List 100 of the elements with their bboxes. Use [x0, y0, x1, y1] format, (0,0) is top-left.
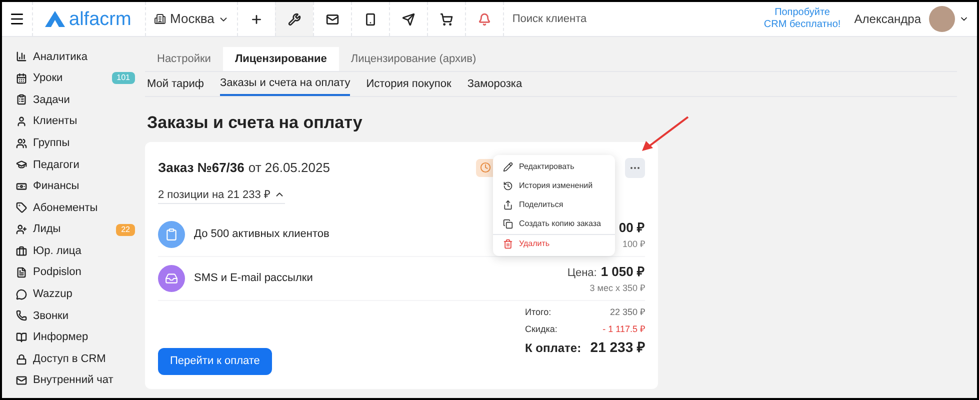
sidebar-item[interactable]: Доступ в CRM — [16, 348, 135, 370]
item-name: SMS и E-mail рассылки — [194, 271, 314, 286]
tab[interactable]: Лицензирование — [222, 47, 339, 71]
more-button[interactable] — [625, 158, 645, 178]
sidebar-label: Внутренний чат — [33, 373, 114, 388]
calendar-icon — [16, 72, 27, 84]
discount-value: - 1 117.5 ₽ — [602, 322, 645, 336]
tag-icon — [16, 202, 27, 214]
paper-plane-icon — [402, 12, 416, 26]
lock-icon — [16, 354, 27, 365]
logo-text: alfacrm — [69, 10, 132, 28]
item-name: До 500 активных клиентов — [194, 227, 330, 242]
envelope-icon — [158, 265, 185, 292]
sidebar-item[interactable]: Аналитика — [16, 46, 135, 68]
sidebar-item[interactable]: Педагоги — [16, 154, 135, 176]
clock-icon — [480, 162, 491, 173]
plus-icon — [250, 12, 264, 26]
bell-icon — [478, 12, 492, 26]
wrench-icon — [288, 12, 302, 26]
menu-item[interactable]: История изменений — [493, 176, 615, 196]
subtab[interactable]: Заказы и счета на оплату — [220, 72, 350, 96]
sidebar-item[interactable]: Юр. лица — [16, 240, 135, 262]
sidebar-label: Звонки — [33, 308, 70, 324]
sidebar-item[interactable]: Лиды 22 — [16, 218, 135, 240]
clipboard-icon — [16, 94, 27, 106]
sidebar-item[interactable]: Уроки 101 — [16, 68, 135, 90]
sidebar-item[interactable]: Информер — [16, 326, 135, 348]
clipboard-icon — [158, 221, 185, 248]
sidebar-label: Клиенты — [33, 114, 78, 130]
sidebar-label: Podpislon — [33, 265, 82, 280]
sidebar-label: Юр. лица — [33, 244, 82, 259]
sidebar-label: Доступ в CRM — [33, 352, 107, 367]
item-price: 00 ₽ — [618, 219, 645, 237]
item-price: 1 050 ₽ — [600, 263, 645, 281]
book-icon — [16, 332, 27, 344]
item-price-detail: 3 мес x 350 ₽ — [590, 282, 645, 294]
share-icon — [503, 200, 513, 210]
pay-button[interactable]: Перейти к оплате — [158, 348, 272, 374]
pointer-arrow — [640, 115, 690, 153]
total-label: Итого: — [525, 306, 552, 319]
count-badge: 101 — [112, 72, 135, 84]
envelope-icon — [16, 375, 27, 386]
pay-label: К оплате: — [525, 340, 582, 357]
sidebar-label: Информер — [33, 330, 90, 346]
chart-icon — [16, 51, 27, 62]
subtab[interactable]: Заморозка — [467, 72, 522, 96]
menu-item[interactable]: Редактировать — [493, 158, 615, 176]
avatar[interactable] — [929, 6, 955, 32]
page-heading: Заказы и счета на оплату — [146, 112, 362, 134]
order-number: Заказ №67/36 — [158, 158, 244, 177]
logo-mark-icon — [45, 11, 65, 27]
sidebar-item[interactable]: Финансы — [16, 176, 135, 198]
sidebar-item[interactable]: Внутренний чат — [16, 370, 135, 392]
banknote-icon — [16, 180, 27, 192]
positions-toggle[interactable]: 2 позиции на 21 233 ₽ — [158, 186, 285, 204]
pencil-icon — [503, 162, 513, 172]
users-icon — [16, 138, 27, 149]
user-icon — [16, 116, 27, 128]
sidebar-label: Лиды — [33, 222, 62, 238]
search-field[interactable]: Поиск клиента — [503, 2, 762, 36]
menu-item[interactable]: Создать копию заказа — [493, 214, 615, 234]
subtab[interactable]: Мой тариф — [147, 72, 204, 96]
menu-icon — [9, 11, 25, 27]
sidebar-item[interactable]: Группы — [16, 132, 135, 154]
tab[interactable]: Настройки — [145, 47, 223, 71]
sidebar-item[interactable]: Задачи — [16, 89, 135, 111]
sidebar-label: Группы — [33, 136, 71, 151]
document-icon — [16, 267, 27, 278]
sidebar-item[interactable]: Звонки — [16, 305, 135, 327]
sidebar-label: Финансы — [33, 179, 80, 194]
sidebar-label: Задачи — [33, 92, 71, 108]
sidebar-label: Абонементы — [33, 200, 99, 216]
price-label: Цена: — [567, 266, 597, 281]
graduation-cap-icon — [16, 159, 27, 170]
search-input[interactable]: Поиск клиента — [512, 10, 762, 28]
phone-icon — [364, 12, 378, 26]
sidebar-item[interactable]: Клиенты — [16, 110, 135, 132]
sidebar-label: Аналитика — [33, 50, 88, 65]
trash-icon — [503, 238, 513, 248]
chat-bubble-icon — [16, 288, 27, 300]
sidebar-item[interactable]: Podpislon — [16, 262, 135, 284]
pay-value: 21 233 ₽ — [590, 338, 645, 357]
phone-icon — [16, 310, 27, 322]
sidebar-label: Wazzup — [33, 287, 74, 302]
item-price-detail: 100 ₽ — [622, 238, 645, 250]
history-icon — [503, 181, 513, 191]
subtab[interactable]: История покупок — [366, 72, 452, 96]
cart-icon — [440, 12, 454, 26]
sidebar-item[interactable]: Wazzup — [16, 284, 135, 306]
promo-link[interactable]: Попробуйте CRM бесплатно! — [762, 7, 842, 31]
briefcase-icon — [16, 246, 27, 257]
menu-item[interactable]: Поделиться — [493, 196, 615, 214]
order-date: от 26.05.2025 — [248, 158, 330, 177]
tab[interactable]: Лицензирование (архив) — [338, 47, 488, 71]
sidebar-item[interactable]: Абонементы — [16, 197, 135, 219]
total-value: 22 350 ₽ — [610, 306, 645, 319]
sidebar-label: Уроки — [33, 71, 64, 86]
branch-dropdown[interactable]: Москва — [145, 2, 238, 36]
envelope-icon — [326, 12, 340, 26]
copy-icon — [503, 219, 513, 229]
